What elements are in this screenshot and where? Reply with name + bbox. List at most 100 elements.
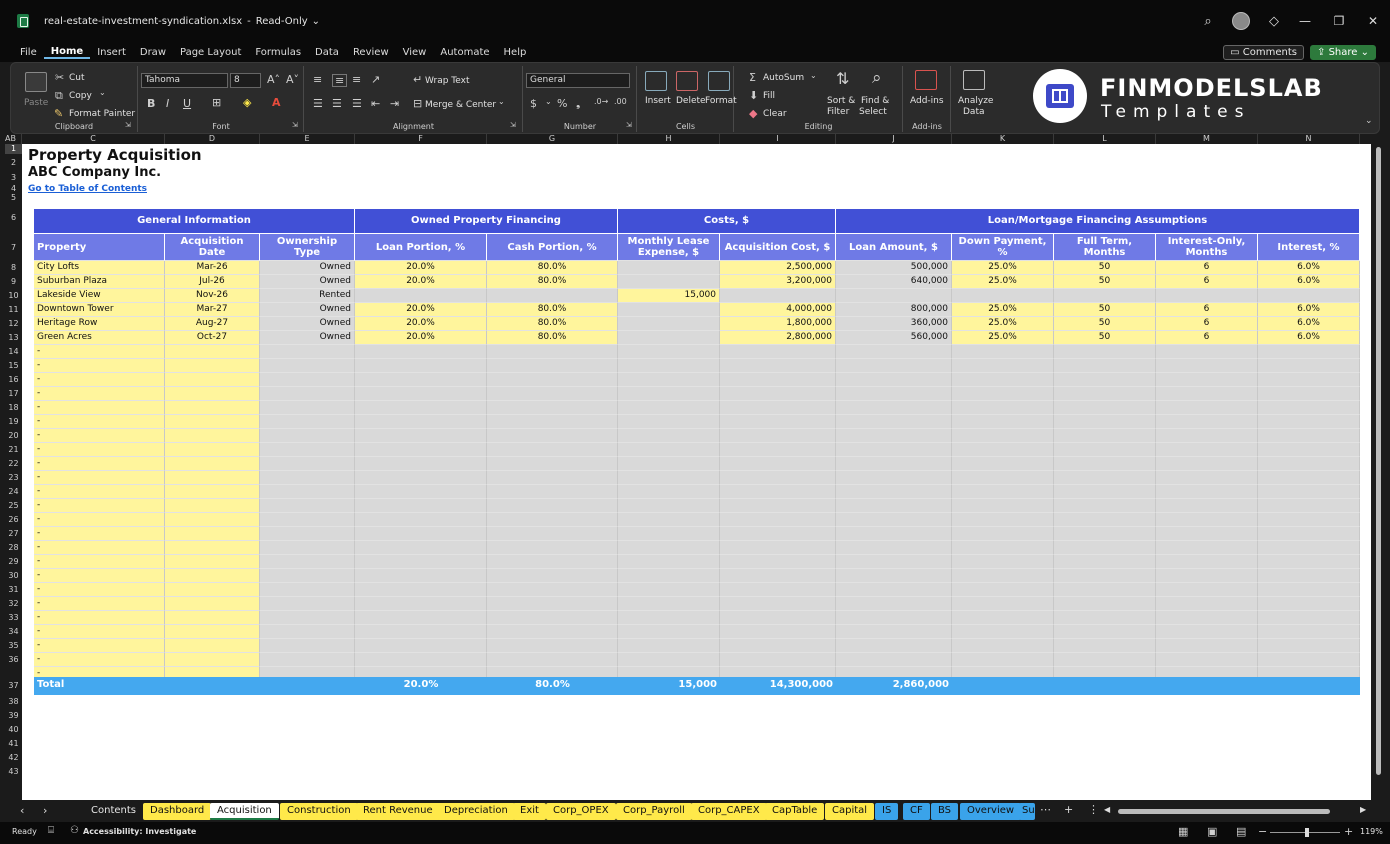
table-cell[interactable]: 80.0% <box>487 317 618 331</box>
empty-cell[interactable] <box>1054 457 1156 471</box>
empty-cell[interactable] <box>952 513 1054 527</box>
empty-cell[interactable] <box>952 373 1054 387</box>
empty-cell[interactable] <box>1156 429 1258 443</box>
row-header[interactable]: 5 <box>5 194 22 202</box>
decrease-font-icon[interactable]: A˅ <box>286 74 299 85</box>
table-cell[interactable] <box>1156 289 1258 303</box>
menu-automate[interactable]: Automate <box>433 47 496 58</box>
empty-cell[interactable] <box>1054 499 1156 513</box>
empty-cell[interactable] <box>1258 457 1360 471</box>
sheet-tab[interactable]: Acquisition <box>210 803 279 820</box>
empty-cell[interactable] <box>836 373 952 387</box>
sheet-tab[interactable]: CapTable <box>765 803 825 820</box>
column-header[interactable]: E <box>260 134 355 144</box>
row-header[interactable]: 24 <box>5 485 22 499</box>
empty-cell[interactable] <box>165 555 260 569</box>
table-cell[interactable]: 560,000 <box>836 331 952 345</box>
empty-cell[interactable] <box>1156 373 1258 387</box>
share-button[interactable]: ⇪ Share ⌄ <box>1310 44 1376 60</box>
row-header[interactable]: 21 <box>5 443 22 457</box>
chevron-down-icon[interactable]: ⌄ <box>498 98 505 106</box>
empty-cell[interactable] <box>618 527 720 541</box>
empty-cell[interactable] <box>355 527 487 541</box>
empty-cell[interactable] <box>836 345 952 359</box>
empty-cell[interactable] <box>1156 639 1258 653</box>
table-cell[interactable]: 6 <box>1156 275 1258 289</box>
autosum-button[interactable]: AutoSum <box>763 73 804 83</box>
empty-cell[interactable] <box>1156 457 1258 471</box>
column-header[interactable]: N <box>1258 134 1360 144</box>
table-cell[interactable]: Heritage Row <box>34 317 165 331</box>
decrease-indent-icon[interactable]: ⇤ <box>371 98 380 109</box>
close-button[interactable]: ✕ <box>1356 14 1390 28</box>
column-header[interactable]: L <box>1054 134 1156 144</box>
table-cell[interactable]: Rented <box>260 289 355 303</box>
sheet-tab[interactable]: Capital <box>825 803 875 820</box>
empty-cell[interactable] <box>618 429 720 443</box>
empty-cell[interactable] <box>720 429 836 443</box>
menu-home[interactable]: Home <box>43 46 91 59</box>
empty-cell[interactable] <box>487 471 618 485</box>
empty-cell[interactable] <box>260 625 355 639</box>
merge-center-button[interactable]: Merge & Center <box>425 100 496 110</box>
empty-cell[interactable] <box>487 541 618 555</box>
add-sheet-icon[interactable]: + <box>1064 804 1073 815</box>
table-cell[interactable]: Lakeside View <box>34 289 165 303</box>
empty-cell[interactable] <box>952 387 1054 401</box>
table-cell[interactable]: Jul-26 <box>165 275 260 289</box>
empty-cell[interactable] <box>165 373 260 387</box>
empty-cell[interactable] <box>720 471 836 485</box>
menu-draw[interactable]: Draw <box>133 47 173 58</box>
empty-cell[interactable]: - <box>34 597 165 611</box>
delete-button[interactable]: Delete <box>676 96 706 106</box>
row-header[interactable]: 31 <box>5 583 22 597</box>
empty-cell[interactable] <box>720 513 836 527</box>
column-header[interactable]: M <box>1156 134 1258 144</box>
zoom-out-icon[interactable]: − <box>1258 826 1267 837</box>
decrease-decimal-icon[interactable]: .00 <box>614 98 627 106</box>
paste-button[interactable]: Paste <box>24 98 48 108</box>
empty-cell[interactable] <box>618 499 720 513</box>
empty-cell[interactable] <box>355 415 487 429</box>
table-cell[interactable]: Owned <box>260 261 355 275</box>
empty-cell[interactable] <box>487 359 618 373</box>
row-header[interactable]: 35 <box>5 639 22 653</box>
row-header[interactable]: 36 <box>5 653 22 667</box>
empty-cell[interactable]: - <box>34 555 165 569</box>
empty-cell[interactable] <box>355 471 487 485</box>
empty-cell[interactable] <box>260 387 355 401</box>
empty-cell[interactable] <box>260 527 355 541</box>
empty-cell[interactable] <box>720 457 836 471</box>
empty-cell[interactable] <box>165 513 260 527</box>
empty-cell[interactable] <box>720 345 836 359</box>
comments-button[interactable]: ▭ Comments <box>1223 44 1305 60</box>
empty-cell[interactable] <box>952 583 1054 597</box>
empty-cell[interactable] <box>836 611 952 625</box>
fill-color-icon[interactable]: ◈ <box>243 97 251 108</box>
empty-cell[interactable] <box>836 597 952 611</box>
empty-cell[interactable] <box>165 583 260 597</box>
table-cell[interactable]: 2,500,000 <box>720 261 836 275</box>
avatar[interactable] <box>1232 12 1250 30</box>
comma-icon[interactable]: ❟ <box>576 98 580 109</box>
cut-button[interactable]: Cut <box>69 73 85 83</box>
empty-cell[interactable] <box>487 345 618 359</box>
row-header[interactable]: 8 <box>5 261 22 275</box>
empty-cell[interactable] <box>165 653 260 667</box>
row-header[interactable]: 37 <box>5 677 22 695</box>
empty-cell[interactable] <box>355 541 487 555</box>
empty-cell[interactable] <box>836 485 952 499</box>
sheet-tab[interactable]: Exit <box>513 803 546 820</box>
empty-cell[interactable] <box>487 457 618 471</box>
empty-cell[interactable] <box>1258 485 1360 499</box>
sheet-tab[interactable]: Contents <box>84 803 143 820</box>
minimize-button[interactable]: — <box>1288 14 1322 28</box>
empty-cell[interactable] <box>1258 597 1360 611</box>
row-header[interactable]: 1 <box>5 144 22 154</box>
empty-cell[interactable] <box>1054 429 1156 443</box>
table-cell[interactable]: 50 <box>1054 317 1156 331</box>
chevron-down-icon[interactable]: ⌄ <box>545 98 552 106</box>
normal-view-icon[interactable]: ▦ <box>1178 826 1188 837</box>
insert-button[interactable]: Insert <box>645 96 671 106</box>
empty-cell[interactable] <box>355 639 487 653</box>
